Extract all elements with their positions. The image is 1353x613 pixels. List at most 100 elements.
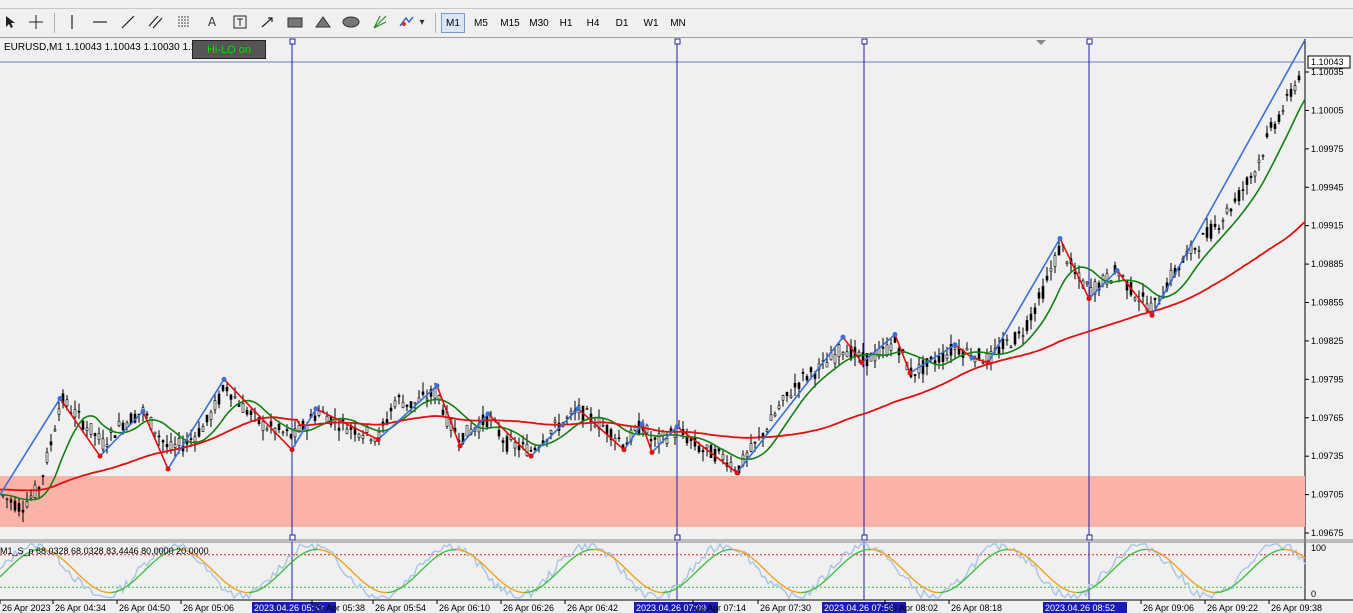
- zigzag-point: [952, 342, 958, 348]
- osc-signal-segment: [806, 590, 811, 593]
- candle-body: [1225, 207, 1229, 214]
- candle-body: [217, 393, 221, 405]
- supply-demand-zone: [0, 476, 1305, 527]
- time-label: 26 Apr 05:06: [183, 603, 234, 613]
- candle-body: [121, 422, 125, 431]
- current-price-label: 1.10043: [1311, 57, 1344, 67]
- osc-signal-segment: [1205, 589, 1210, 593]
- candle-body: [93, 433, 97, 437]
- candle-body: [913, 374, 917, 377]
- candle-body: [85, 427, 89, 431]
- zigzag-point: [140, 408, 146, 414]
- price-label: 1.09735: [1311, 451, 1344, 461]
- candle-body: [465, 424, 469, 437]
- candle-body: [433, 388, 437, 399]
- candle-body: [889, 343, 893, 351]
- candle-body: [393, 400, 397, 408]
- candle-body: [1241, 189, 1245, 191]
- candle-body: [1029, 313, 1033, 321]
- candle-body: [53, 429, 57, 432]
- osc-signal-segment: [1079, 591, 1084, 594]
- candle-body: [789, 395, 793, 399]
- osc-signal-segment: [794, 591, 799, 594]
- candle-body: [285, 429, 289, 432]
- candle-body: [769, 414, 773, 422]
- candle-body: [233, 396, 237, 399]
- candle-body: [1229, 208, 1233, 212]
- osc-signal-segment: [1289, 549, 1294, 552]
- candle-body: [529, 449, 533, 452]
- vertical-line-handle: [861, 38, 868, 45]
- price-label: 1.09675: [1311, 528, 1344, 538]
- candle-body: [345, 428, 349, 434]
- candle-body: [845, 351, 849, 358]
- candle-body: [1041, 286, 1045, 299]
- candle-body: [245, 409, 249, 415]
- candle-body: [549, 430, 553, 434]
- candle-body: [765, 429, 769, 432]
- price-label: 1.09945: [1311, 182, 1344, 192]
- time-label: 26 Apr 2023: [2, 603, 51, 613]
- zigzag-point: [57, 396, 63, 402]
- price-chart[interactable]: 1.100351.100051.099751.099451.099151.098…: [0, 0, 1353, 613]
- osc-signal-segment: [389, 590, 394, 593]
- osc-signal-segment: [377, 590, 382, 593]
- candle-body: [29, 495, 33, 499]
- candle-body: [101, 438, 105, 450]
- zigzag-point: [985, 360, 991, 366]
- osc-signal-segment: [308, 549, 313, 552]
- price-label: 1.10005: [1311, 105, 1344, 115]
- zigzag-point: [375, 437, 381, 443]
- candle-body: [1065, 261, 1069, 264]
- osc-signal-segment: [725, 548, 730, 551]
- osc-signal-segment: [458, 549, 463, 552]
- candle-body: [421, 391, 425, 395]
- price-label: 1.09915: [1311, 221, 1344, 231]
- zigzag-point: [165, 466, 171, 472]
- candle-body: [569, 410, 573, 414]
- osc-signal-segment: [737, 549, 742, 552]
- candle-body: [49, 441, 53, 446]
- candle-body: [157, 435, 161, 438]
- candle-body: [501, 440, 505, 443]
- candle-body: [221, 385, 225, 391]
- candle-body: [841, 352, 845, 356]
- candle-body: [953, 347, 957, 350]
- time-label: 26 Apr 06:42: [567, 603, 618, 613]
- candle-body: [81, 420, 85, 430]
- candle-body: [1245, 177, 1249, 185]
- candle-body: [405, 404, 409, 407]
- candle-body: [389, 407, 393, 412]
- candle-body: [701, 450, 705, 453]
- candle-body: [73, 409, 77, 418]
- candle-body: [1021, 335, 1025, 337]
- candle-body: [937, 355, 941, 363]
- candle-body: [33, 484, 37, 498]
- candle-body: [409, 401, 413, 409]
- vertical-line-handle: [861, 534, 868, 541]
- zigzag-point: [969, 355, 975, 361]
- osc-signal-segment: [656, 591, 661, 594]
- candle-body: [425, 398, 429, 401]
- candle-body: [885, 344, 889, 356]
- candle-body: [289, 434, 293, 439]
- candle-body: [785, 391, 789, 397]
- candle-body: [205, 414, 209, 423]
- hilo-toggle-button[interactable]: Hi-LO on: [192, 40, 266, 59]
- candle-body: [833, 354, 837, 364]
- candle-body: [1253, 171, 1257, 177]
- candle-body: [1237, 190, 1241, 202]
- candle-body: [777, 405, 781, 409]
- candle-body: [653, 437, 657, 440]
- osc-signal-segment: [1217, 591, 1222, 594]
- osc-signal-segment: [239, 590, 244, 593]
- candle-body: [837, 344, 841, 357]
- candle-body: [1025, 320, 1029, 331]
- candle-body: [861, 352, 865, 362]
- candle-body: [341, 419, 345, 422]
- candle-body: [177, 438, 181, 446]
- osc-signal-segment: [722, 549, 727, 552]
- osc-signal-segment: [1277, 549, 1282, 552]
- candle-body: [13, 500, 17, 511]
- candle-body: [1269, 121, 1273, 128]
